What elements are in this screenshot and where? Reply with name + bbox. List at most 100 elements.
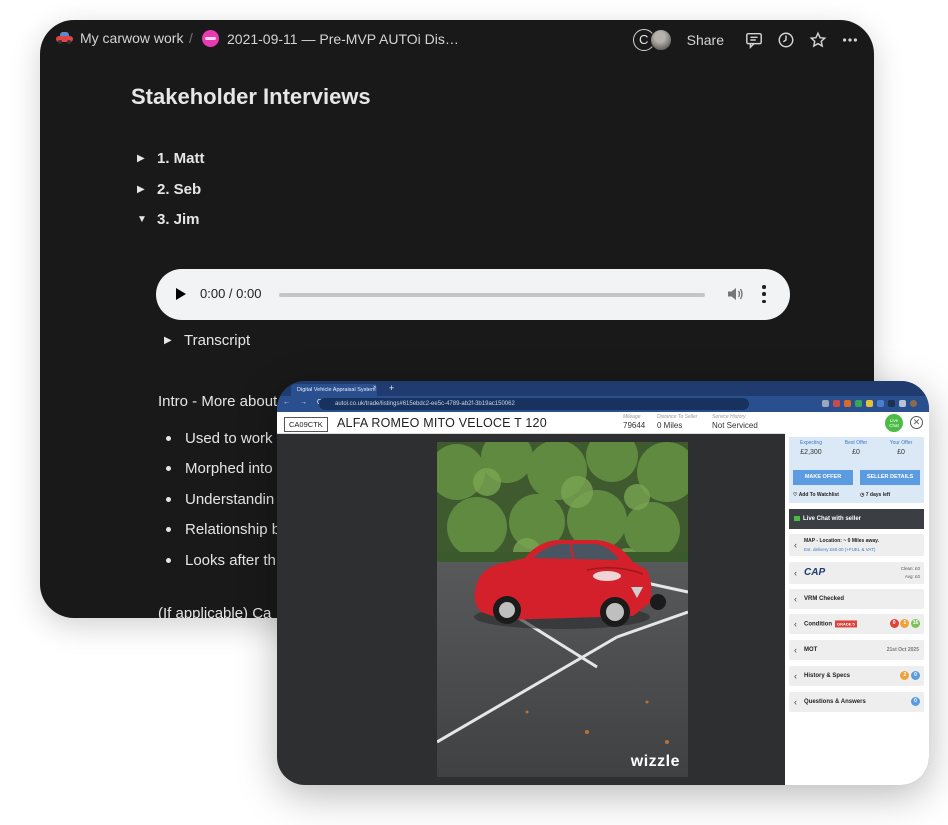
- stat-value: 79644: [623, 421, 646, 430]
- audio-time: 0:00 / 0:00: [200, 286, 262, 301]
- live-chat-with-seller[interactable]: Live Chat with seller: [789, 509, 924, 529]
- more-icon[interactable]: [839, 29, 861, 51]
- notion-topbar: My carwow work / 2021-09-11 — Pre-MVP AU…: [40, 20, 874, 60]
- condition-label: Condition GRADE 5: [804, 620, 857, 628]
- vehicle-header: CA09CTK ALFA ROMEO MITO VELOCE T 120 Mil…: [277, 412, 785, 434]
- distance-stat: Distance To Seller 0 Miles: [657, 414, 697, 430]
- page-emoji-icon: [202, 30, 219, 47]
- history-row[interactable]: ‹ History & Specs 2 0: [789, 666, 924, 686]
- volume-icon[interactable]: [726, 285, 744, 303]
- offer-box: Expecting £2,300 Best Offer £0 Your Offe…: [789, 437, 924, 503]
- extension-icon[interactable]: [833, 400, 840, 407]
- status-badge: 2: [900, 671, 910, 680]
- clock-icon[interactable]: [775, 29, 797, 51]
- extension-icon[interactable]: [822, 400, 829, 407]
- your-offer: Your Offer £0: [879, 440, 923, 456]
- toggle-collapsed-icon[interactable]: ▶: [137, 153, 157, 164]
- mileage-stat: Mileage 79644: [623, 414, 645, 430]
- avatar-photo[interactable]: [649, 29, 672, 51]
- toggle-seb[interactable]: ▶ 2. Seb: [137, 181, 201, 198]
- vehicle-title: ALFA ROMEO MITO VELOCE T 120: [337, 416, 547, 430]
- profile-icon[interactable]: [910, 400, 917, 407]
- breadcrumb-page-label: 2021-09-11 — Pre-MVP AUTOi Dis…: [227, 30, 459, 47]
- star-icon[interactable]: [807, 29, 829, 51]
- extension-icon[interactable]: [877, 400, 884, 407]
- list-item: Looks after th: [166, 545, 280, 576]
- live-chat-button[interactable]: Live Chat: [885, 414, 903, 432]
- audio-menu-icon[interactable]: [761, 285, 767, 303]
- toggle-collapsed-icon[interactable]: ▶: [137, 184, 157, 195]
- condition-text: Condition: [804, 621, 832, 628]
- chevron-left-icon: ‹: [794, 568, 797, 578]
- chevron-left-icon: ‹: [794, 594, 797, 604]
- days-left-label: 7 days left: [865, 492, 891, 498]
- browser-window: Digital Vehicle Appraisal System × + ← →…: [277, 381, 929, 785]
- expecting: Expecting £2,300: [789, 440, 833, 456]
- qa-badges: 0: [911, 697, 920, 706]
- seller-details-button[interactable]: SELLER DETAILS: [860, 470, 920, 485]
- url-input[interactable]: autoi.co.uk/trade/listings#615ebdc2-ee5c…: [319, 398, 749, 410]
- qa-row[interactable]: ‹ Questions & Answers 0: [789, 692, 924, 712]
- toggle-collapsed-icon[interactable]: ▶: [164, 335, 184, 346]
- condition-badges: 0 1 16: [889, 619, 920, 628]
- grade-badge: GRADE 5: [835, 620, 857, 628]
- chevron-left-icon: ‹: [794, 619, 797, 629]
- page-title: Stakeholder Interviews: [131, 84, 371, 109]
- if-applicable-text: (If applicable) Ca: [158, 605, 272, 618]
- offer-label: Expecting: [800, 440, 822, 446]
- new-tab-icon[interactable]: +: [389, 383, 394, 393]
- extension-icon[interactable]: [899, 400, 906, 407]
- cap-row[interactable]: ‹ CAP Clean: £0 Avg: £0: [789, 562, 924, 584]
- audio-progress-bar[interactable]: [279, 293, 705, 297]
- chevron-left-icon: ‹: [794, 645, 797, 655]
- stat-value: 0 Miles: [657, 421, 683, 430]
- toggle-label: 3. Jim: [157, 211, 200, 228]
- vrm-row[interactable]: ‹ VRM Checked: [789, 589, 924, 609]
- offer-label: Best Offer: [844, 440, 868, 446]
- toggle-matt[interactable]: ▶ 1. Matt: [137, 150, 205, 167]
- stat-value: Not Serviced: [712, 421, 758, 430]
- map-row[interactable]: ‹ MAP - Location: ~ 0 Miles away. Est. d…: [789, 534, 924, 556]
- mot-label: MOT: [804, 647, 818, 653]
- toggle-transcript[interactable]: ▶ Transcript: [164, 332, 250, 349]
- toggle-expanded-icon[interactable]: ▼: [137, 214, 157, 225]
- offer-value: £2,300: [800, 449, 822, 456]
- mot-date: 21st Oct 2025: [886, 647, 919, 653]
- breadcrumb-page[interactable]: 2021-09-11 — Pre-MVP AUTOi Dis…: [202, 30, 459, 47]
- condition-row[interactable]: ‹ Condition GRADE 5 0 1 16: [789, 614, 924, 634]
- status-badge: 1: [900, 619, 910, 628]
- appraisal-panel: Live Chat ✕ Expecting £2,300 Best Offer …: [785, 412, 929, 785]
- qa-label: Questions & Answers: [804, 699, 866, 705]
- add-to-watchlist[interactable]: ♡ Add To Watchlist: [793, 492, 839, 498]
- share-button[interactable]: Share: [687, 32, 724, 48]
- stat-label: Mileage: [623, 414, 641, 420]
- watchlist-label: Add To Watchlist: [798, 492, 839, 498]
- make-offer-button[interactable]: MAKE OFFER: [793, 470, 853, 485]
- comment-icon[interactable]: [743, 29, 765, 51]
- browser-tab[interactable]: Digital Vehicle Appraisal System: [291, 384, 377, 396]
- tab-close-icon[interactable]: ×: [373, 385, 377, 391]
- collaborator-avatars[interactable]: C: [632, 28, 673, 52]
- history-label: History & Specs: [804, 673, 851, 679]
- days-left: ◷ 7 days left: [860, 492, 891, 498]
- play-icon[interactable]: [176, 288, 186, 300]
- toggle-jim[interactable]: ▼ 3. Jim: [137, 211, 200, 228]
- extensions-bar: [822, 400, 917, 407]
- extension-icon[interactable]: [888, 400, 895, 407]
- extension-icon[interactable]: [866, 400, 873, 407]
- history-badges: 2 0: [900, 671, 920, 680]
- offer-value: £0: [852, 449, 860, 456]
- close-icon[interactable]: ✕: [910, 416, 923, 429]
- vehicle-photo[interactable]: wizzle: [437, 442, 688, 777]
- toggle-label: 2. Seb: [157, 181, 202, 198]
- mot-row[interactable]: ‹ MOT 21st Oct 2025: [789, 640, 924, 660]
- toggle-label: 1. Matt: [157, 150, 205, 167]
- car-photo-illustration: [437, 442, 688, 777]
- best-offer: Best Offer £0: [834, 440, 878, 456]
- extension-icon[interactable]: [855, 400, 862, 407]
- map-delivery: Est. delivery £60.00 (+FUEL & VAT): [804, 547, 876, 552]
- map-title: MAP - Location: ~ 0 Miles away.: [804, 538, 879, 544]
- breadcrumb-workspace[interactable]: My carwow work: [56, 30, 183, 46]
- offer-value: £0: [897, 449, 905, 456]
- extension-icon[interactable]: [844, 400, 851, 407]
